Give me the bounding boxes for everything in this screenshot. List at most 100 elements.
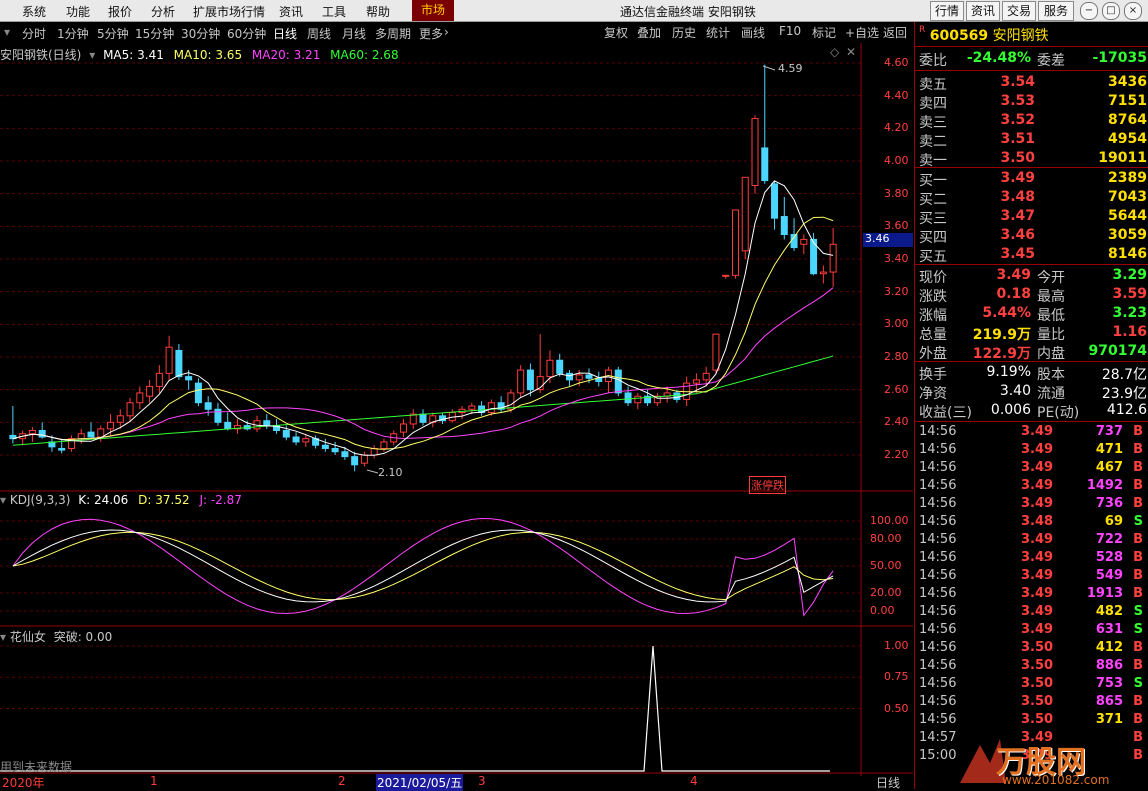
- minimize-icon[interactable]: −: [1080, 2, 1098, 20]
- tick-row[interactable]: 14:56 3.48 69 S: [919, 514, 1147, 532]
- action-button-f10[interactable]: F10: [779, 24, 801, 38]
- candle-body: [107, 421, 115, 430]
- tick-row[interactable]: 14:56 3.49 471 B: [919, 442, 1147, 460]
- candle-body: [614, 369, 622, 394]
- menu-item-news[interactable]: 资讯: [279, 3, 303, 20]
- period-tab-daily[interactable]: 日线: [273, 25, 297, 42]
- bid-price: 3.48: [1000, 189, 1035, 205]
- action-button-stats[interactable]: 统计: [706, 24, 730, 41]
- divider: [915, 167, 1148, 168]
- period-tab-monthly[interactable]: 月线: [342, 25, 366, 42]
- tick-row[interactable]: 14:56 3.49 736 B: [919, 496, 1147, 514]
- tick-row[interactable]: 14:56 3.50 886 B: [919, 658, 1147, 676]
- menu-item-quote[interactable]: 报价: [108, 3, 132, 20]
- bid-row[interactable]: 买五 3.45 8146: [919, 246, 1147, 265]
- diamond-icon[interactable]: ◇: [830, 45, 839, 59]
- candle-body: [731, 209, 739, 276]
- action-button-overlay[interactable]: 叠加: [637, 24, 661, 41]
- tick-price: 3.49: [1021, 586, 1054, 601]
- tick-row[interactable]: 14:56 3.49 482 S: [919, 604, 1147, 622]
- tick-row[interactable]: 14:56 3.50 753 S: [919, 676, 1147, 694]
- quote-panel: R 600569 安阳钢铁 委比 -24.48% 委差 -17035 卖五 3.5…: [914, 22, 1148, 789]
- action-button-history[interactable]: 历史: [672, 24, 696, 41]
- price-tick-label: 3.20: [884, 284, 909, 298]
- chart-area[interactable]: [0, 43, 913, 776]
- tick-row[interactable]: 14:56 3.49 549 B: [919, 568, 1147, 586]
- action-button-fuquan[interactable]: 复权: [604, 24, 628, 41]
- tick-row[interactable]: 14:56 3.50 371 B: [919, 712, 1147, 730]
- action-button-add-watchlist[interactable]: +自选: [845, 24, 879, 41]
- candle-body: [351, 456, 359, 466]
- maximize-icon[interactable]: □: [1102, 2, 1120, 20]
- market-button[interactable]: 市场: [412, 0, 454, 21]
- ask-price: 3.52: [1000, 112, 1035, 128]
- top-button-news[interactable]: 资讯: [966, 1, 1000, 21]
- tick-row[interactable]: 14:56 3.49 737 B: [919, 424, 1147, 442]
- menu-item-tools[interactable]: 工具: [322, 3, 346, 20]
- tick-price: 3.49: [1021, 550, 1054, 565]
- event-tag[interactable]: 涨停跌: [749, 476, 786, 494]
- period-tab-weekly[interactable]: 周线: [307, 25, 331, 42]
- candle-body: [702, 372, 710, 381]
- chevron-right-icon[interactable]: ›: [444, 25, 449, 39]
- cross-icon[interactable]: ✕: [846, 45, 856, 59]
- ask-price: 3.53: [1000, 93, 1035, 109]
- tick-row[interactable]: 14:56 3.49 528 B: [919, 550, 1147, 568]
- period-tab-more[interactable]: 更多: [419, 25, 443, 42]
- tick-row[interactable]: 14:56 3.50 865 B: [919, 694, 1147, 712]
- tick-row[interactable]: 14:56 3.49 1913 B: [919, 586, 1147, 604]
- cursor-date-label: 2021/02/05/五: [376, 774, 464, 791]
- tick-row[interactable]: 14:56 3.49 631 S: [919, 622, 1147, 640]
- ask-row[interactable]: 卖五 3.54 3436: [919, 74, 1147, 93]
- bid-volume: 8146: [1108, 246, 1147, 262]
- period-tab-multi[interactable]: 多周期: [375, 25, 411, 42]
- settings-dropdown-icon[interactable]: ▾: [89, 48, 95, 62]
- bid-row[interactable]: 买二 3.48 7043: [919, 189, 1147, 208]
- ask-label: 卖五: [919, 77, 947, 93]
- low-marker-line: [366, 469, 379, 474]
- weibi-row: 委比 -24.48% 委差 -17035: [919, 50, 1147, 69]
- window-title: 通达信金融终端 安阳钢铁: [620, 5, 756, 19]
- hxn-tick-label: 0.75: [884, 670, 909, 684]
- top-button-trade[interactable]: 交易: [1002, 1, 1036, 21]
- hxn-dropdown-icon[interactable]: ▾: [0, 630, 6, 644]
- close-icon[interactable]: ×: [1124, 2, 1142, 20]
- ask-label: 卖三: [919, 115, 947, 131]
- ask-volume: 19011: [1098, 150, 1147, 166]
- hxn-footnote: 用到未来数据: [0, 760, 73, 774]
- top-button-quote[interactable]: 行情: [930, 1, 964, 21]
- period-tab-5min[interactable]: 5分钟: [97, 25, 129, 42]
- menu-item-help[interactable]: 帮助: [366, 3, 390, 20]
- candle-body: [28, 430, 36, 435]
- tick-row[interactable]: 14:56 3.50 412 B: [919, 640, 1147, 658]
- tick-row[interactable]: 14:56 3.49 1492 B: [919, 478, 1147, 496]
- action-button-back[interactable]: 返回: [883, 24, 907, 41]
- period-tab-30min[interactable]: 30分钟: [181, 25, 220, 42]
- candle-body: [360, 454, 368, 464]
- bid-row[interactable]: 买一 3.49 2389: [919, 170, 1147, 189]
- ask-row[interactable]: 卖二 3.51 4954: [919, 131, 1147, 150]
- menu-item-analysis[interactable]: 分析: [151, 3, 175, 20]
- period-tab-1min[interactable]: 1分钟: [57, 25, 89, 42]
- period-tab-60min[interactable]: 60分钟: [227, 25, 266, 42]
- period-tab-intraday[interactable]: 分时: [22, 25, 46, 42]
- ask-row[interactable]: 卖三 3.52 8764: [919, 112, 1147, 131]
- period-tab-15min[interactable]: 15分钟: [135, 25, 174, 42]
- menu-item-system[interactable]: 系统: [22, 3, 46, 20]
- action-button-draw[interactable]: 画线: [741, 24, 765, 41]
- candle-body: [673, 392, 681, 400]
- tick-row[interactable]: 14:56 3.49 722 B: [919, 532, 1147, 550]
- bid-row[interactable]: 买四 3.46 3059: [919, 227, 1147, 246]
- tick-row[interactable]: 14:56 3.49 467 B: [919, 460, 1147, 478]
- menu-item-function[interactable]: 功能: [66, 3, 90, 20]
- action-button-mark[interactable]: 标记: [812, 24, 836, 41]
- price-tick-label: 3.60: [884, 219, 909, 233]
- ask-row[interactable]: 卖四 3.53 7151: [919, 93, 1147, 112]
- bid-row[interactable]: 买三 3.47 5644: [919, 208, 1147, 227]
- kdj-dropdown-icon[interactable]: ▾: [0, 493, 6, 507]
- tick-volume: 371: [1095, 712, 1123, 727]
- menu-item-ext-market[interactable]: 扩展市场行情: [193, 3, 265, 20]
- top-button-service[interactable]: 服务: [1038, 1, 1074, 21]
- dropdown-arrow-icon[interactable]: ▾: [4, 25, 10, 39]
- divider: [915, 46, 1148, 47]
